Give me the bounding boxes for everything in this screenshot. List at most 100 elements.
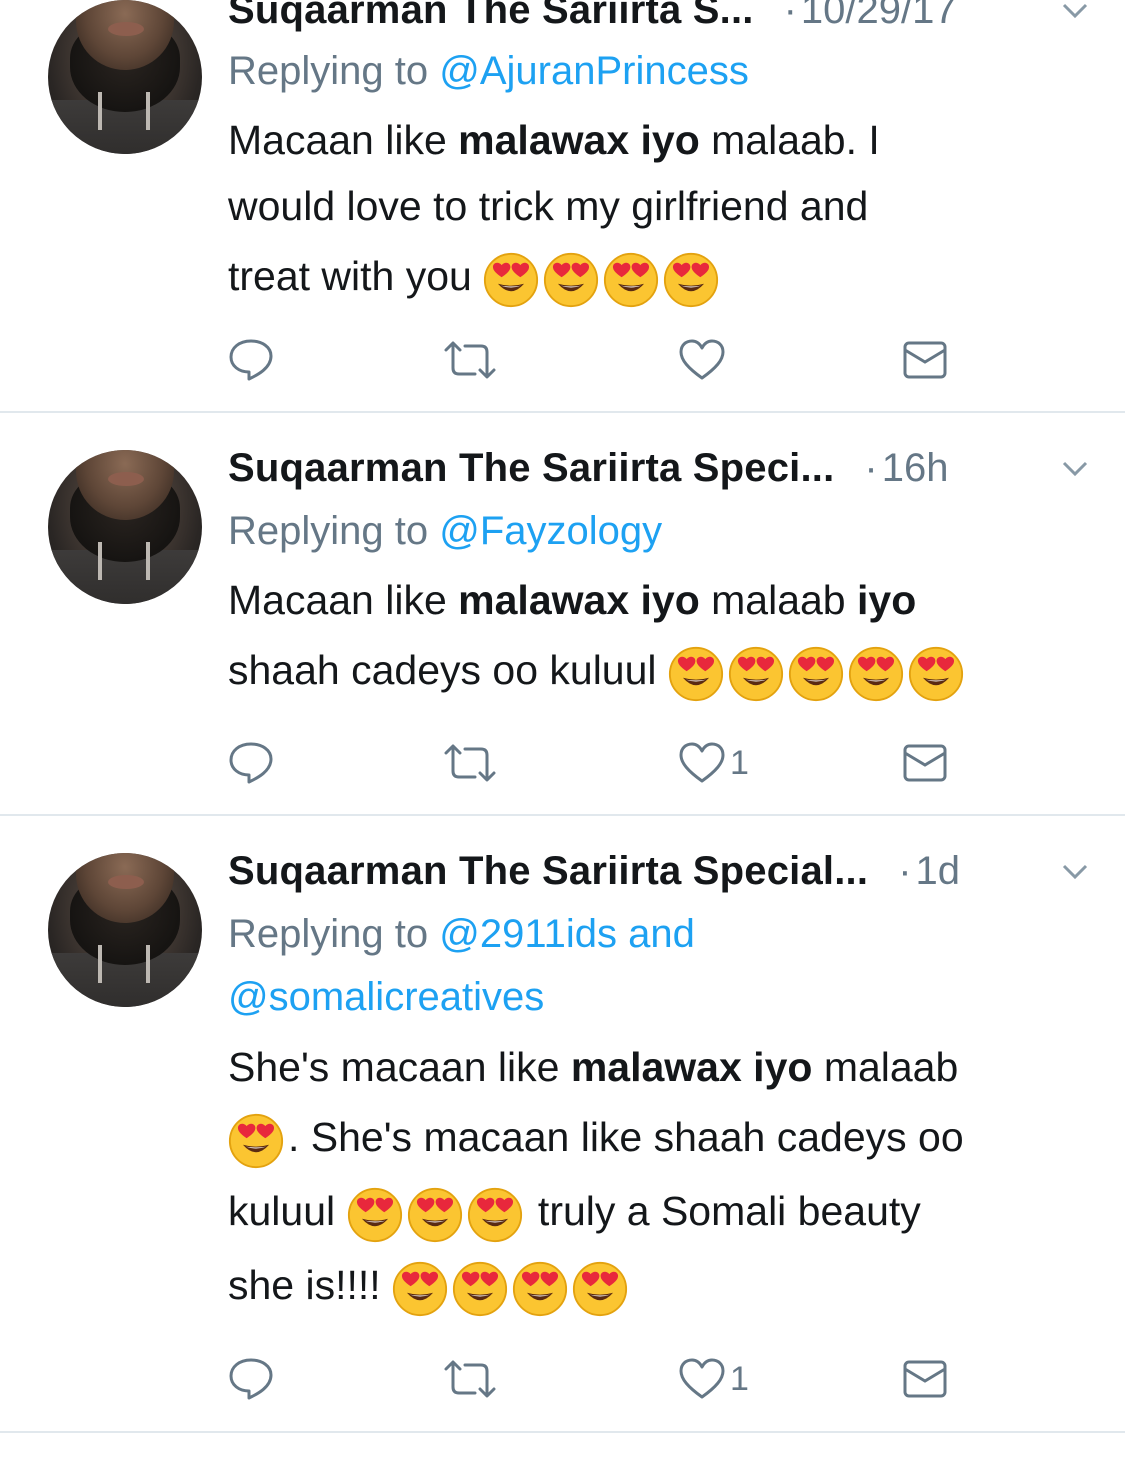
replying-to-continued: @somalicreatives xyxy=(228,966,1088,1028)
heart-eyes-emoji xyxy=(407,1187,463,1243)
tweet[interactable]: Suqaarman The Sariirta Special... · 1d Re… xyxy=(0,816,1125,1433)
emoji-group xyxy=(228,1107,288,1173)
speech-bubble-icon xyxy=(229,1358,273,1400)
bold-text: malawax iyo xyxy=(570,1044,813,1090)
replying-to: Replying to @2911ids and xyxy=(228,903,1088,965)
text-line: treat with you xyxy=(228,243,1088,309)
retweet-button[interactable] xyxy=(442,738,498,788)
speech-bubble-icon xyxy=(229,742,273,784)
heart-eyes-emoji xyxy=(483,252,539,308)
reply-handle-link[interactable]: @Fayzology xyxy=(439,509,662,553)
heart-eyes-emoji xyxy=(467,1187,523,1243)
time-value: 10/29/17 xyxy=(800,0,957,32)
text-segment: shaah cadeys oo kuluul xyxy=(228,647,657,693)
like-button[interactable]: 1 xyxy=(678,738,749,788)
time-value: 1d xyxy=(915,848,961,893)
text-segment: kuluul xyxy=(228,1188,336,1234)
speech-bubble-icon xyxy=(229,339,273,381)
emoji-group xyxy=(483,246,723,312)
reply-button[interactable] xyxy=(228,1354,274,1404)
timestamp: · 10/29/17 xyxy=(784,0,957,33)
heart-eyes-emoji xyxy=(908,646,964,702)
reply-prefix: Replying to xyxy=(228,912,429,956)
tweet[interactable]: Suqaarman The Sariirta Speci... · 16h Rep… xyxy=(0,413,1125,816)
heart-eyes-emoji xyxy=(512,1261,568,1317)
like-button[interactable] xyxy=(678,335,730,385)
reply-handle-link[interactable]: @somalicreatives xyxy=(228,975,544,1019)
bold-text: malawax iyo xyxy=(458,117,700,163)
text-line: she is!!!! xyxy=(228,1252,1088,1318)
heart-eyes-emoji xyxy=(347,1187,403,1243)
direct-message-button[interactable] xyxy=(902,335,948,385)
reply-handle-link[interactable]: @AjuranPrincess xyxy=(439,49,749,93)
text-segment: malaab. I xyxy=(699,117,880,163)
emoji-group xyxy=(347,1181,527,1247)
envelope-icon xyxy=(903,341,947,379)
action-bar xyxy=(228,335,988,385)
retweet-button[interactable] xyxy=(442,1354,498,1404)
direct-message-button[interactable] xyxy=(902,1354,948,1404)
direct-message-button[interactable] xyxy=(902,738,948,788)
text-line: Macaan like malawax iyo malaab. I xyxy=(228,107,1088,173)
reply-prefix: Replying to xyxy=(228,509,429,553)
tweet-text: She's macaan like malawax iyo malaab . S… xyxy=(228,1034,1088,1318)
text-segment: Macaan like xyxy=(228,117,459,163)
reply-prefix: Replying to xyxy=(228,49,429,93)
heart-eyes-emoji xyxy=(663,252,719,308)
avatar[interactable] xyxy=(48,853,202,1007)
author-name[interactable]: Suqaarman The Sariirta Speci... xyxy=(228,446,834,491)
heart-eyes-emoji xyxy=(788,646,844,702)
envelope-icon xyxy=(903,744,947,782)
envelope-icon xyxy=(903,1360,947,1398)
author-name[interactable]: Suqaarman The Sariirta S... xyxy=(228,0,754,33)
heart-eyes-emoji xyxy=(228,1113,284,1169)
text-segment: malaab xyxy=(812,1044,959,1090)
avatar[interactable] xyxy=(48,0,202,154)
retweet-button[interactable] xyxy=(442,335,498,385)
heart-icon xyxy=(679,1358,725,1399)
heart-eyes-emoji xyxy=(543,252,599,308)
text-line: Macaan like malawax iyo malaab iyo xyxy=(228,567,1088,633)
text-segment: Macaan like xyxy=(228,577,459,623)
heart-eyes-emoji xyxy=(603,252,659,308)
retweet-icon xyxy=(444,1360,496,1398)
text-line: . She's macaan like shaah cadeys oo xyxy=(228,1104,1088,1170)
tweet-text: Macaan like malawax iyo malaab iyo shaah… xyxy=(228,567,1088,703)
tweet[interactable]: Suqaarman The Sariirta S... · 10/29/17 Re… xyxy=(0,0,1125,413)
reply-button[interactable] xyxy=(228,335,274,385)
text-segment: would love to trick my girlfriend and xyxy=(228,183,869,229)
tweet-text: Macaan like malawax iyo malaab. I would … xyxy=(228,107,1088,309)
reply-button[interactable] xyxy=(228,738,274,788)
text-line: shaah cadeys oo kuluul xyxy=(228,637,1088,703)
text-line: would love to trick my girlfriend and xyxy=(228,173,1088,239)
heart-eyes-emoji xyxy=(572,1261,628,1317)
replying-to: Replying to @Fayzology xyxy=(228,500,1088,562)
heart-eyes-emoji xyxy=(392,1261,448,1317)
emoji-group xyxy=(668,640,968,706)
text-segment: truly a Somali beauty xyxy=(526,1188,921,1234)
like-button[interactable]: 1 xyxy=(678,1354,749,1404)
reply-handle-link[interactable]: @2911ids and xyxy=(439,912,695,956)
chevron-down-icon[interactable] xyxy=(1062,860,1088,882)
text-line: kuluul truly a Somali beauty xyxy=(228,1178,1088,1244)
tweet-header: Suqaarman The Sariirta Special... · 1d xyxy=(228,846,1088,896)
emoji-group xyxy=(392,1255,632,1321)
action-bar: 1 xyxy=(228,738,988,788)
action-bar: 1 xyxy=(228,1354,988,1404)
bold-text: malawax iyo xyxy=(458,577,700,623)
heart-icon xyxy=(679,742,725,783)
chevron-down-icon[interactable] xyxy=(1062,0,1088,21)
retweet-icon xyxy=(444,341,496,379)
timestamp: · 1d xyxy=(898,848,961,893)
heart-eyes-emoji xyxy=(668,646,724,702)
retweet-icon xyxy=(444,744,496,782)
timestamp: · 16h xyxy=(864,445,949,490)
like-count: 1 xyxy=(730,743,749,782)
chevron-down-icon[interactable] xyxy=(1062,457,1088,479)
author-name[interactable]: Suqaarman The Sariirta Special... xyxy=(228,849,868,894)
bold-text: iyo xyxy=(857,577,917,623)
heart-eyes-emoji xyxy=(728,646,784,702)
heart-eyes-emoji xyxy=(848,646,904,702)
avatar[interactable] xyxy=(48,450,202,604)
heart-icon xyxy=(679,339,725,380)
